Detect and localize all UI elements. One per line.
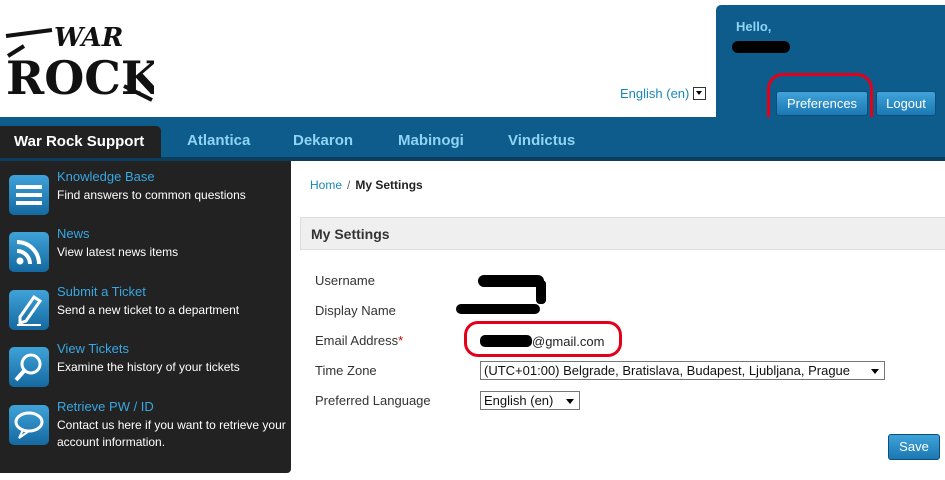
redacted-display-name-value xyxy=(456,304,540,314)
logo-text-bottom: ROCK xyxy=(6,51,154,102)
speech-bubble-icon xyxy=(9,405,49,445)
annotation-circle-email xyxy=(464,321,622,357)
preferred-language-label: Preferred Language xyxy=(315,393,431,408)
required-mark: * xyxy=(398,333,404,348)
sidebar-item-desc: Examine the history of your tickets xyxy=(57,360,240,374)
preferred-language-value: English (en) xyxy=(484,393,554,408)
sidebar-item-desc: Contact us here if you want to retrieve … xyxy=(57,418,286,449)
display-name-label: Display Name xyxy=(315,303,396,318)
logout-button[interactable]: Logout xyxy=(876,91,936,116)
chevron-down-icon xyxy=(566,399,574,404)
language-selector[interactable]: English (en) xyxy=(620,86,707,101)
email-label: Email Address* xyxy=(315,333,403,348)
sidebar-item-title[interactable]: Submit a Ticket xyxy=(57,284,146,299)
language-label: English (en) xyxy=(620,86,690,101)
breadcrumb-current: My Settings xyxy=(355,178,423,192)
timezone-label: Time Zone xyxy=(315,363,377,378)
tab-mabinogi[interactable]: Mabinogi xyxy=(398,117,464,157)
chevron-down-icon xyxy=(871,369,879,374)
save-button[interactable]: Save xyxy=(888,434,940,460)
sidebar-item-desc: View latest news items xyxy=(57,245,179,259)
sidebar-item-title[interactable]: View Tickets xyxy=(57,341,129,356)
settings-panel-header: My Settings xyxy=(300,217,945,250)
sidebar-item-title[interactable]: Knowledge Base xyxy=(57,169,155,184)
redacted-username xyxy=(732,41,790,53)
redacted-username-value xyxy=(478,275,544,287)
email-label-text: Email Address xyxy=(315,333,399,348)
settings-heading: My Settings xyxy=(311,226,390,242)
tab-atlantica[interactable]: Atlantica xyxy=(187,117,250,157)
breadcrumb: Home / My Settings xyxy=(310,178,423,192)
sidebar-item-desc: Send a new ticket to a department xyxy=(57,303,240,317)
timezone-value: (UTC+01:00) Belgrade, Bratislava, Budape… xyxy=(484,363,851,378)
list-icon xyxy=(9,175,49,215)
breadcrumb-home[interactable]: Home xyxy=(310,178,342,192)
sidebar: Knowledge Base Find answers to common qu… xyxy=(0,161,291,473)
preferred-language-select[interactable]: English (en) xyxy=(480,391,580,410)
war-rock-logo: WAR ROCK xyxy=(5,23,154,102)
tab-war-rock-support[interactable]: War Rock Support xyxy=(0,126,161,158)
username-label: Username xyxy=(315,273,375,288)
timezone-select[interactable]: (UTC+01:00) Belgrade, Bratislava, Budape… xyxy=(480,361,885,380)
chevron-down-icon[interactable] xyxy=(693,87,707,100)
hello-text: Hello, xyxy=(736,19,772,34)
logo-text-top: WAR xyxy=(54,23,123,53)
redacted-scribble xyxy=(536,280,546,304)
breadcrumb-separator: / xyxy=(347,178,351,192)
sidebar-item-title[interactable]: Retrieve PW / ID xyxy=(57,399,154,414)
rss-icon xyxy=(9,232,49,272)
sidebar-item-title[interactable]: News xyxy=(57,226,90,241)
tab-dekaron[interactable]: Dekaron xyxy=(293,117,353,157)
magnifier-icon xyxy=(9,347,49,387)
pencil-icon xyxy=(9,290,49,330)
tab-vindictus[interactable]: Vindictus xyxy=(508,117,575,157)
sidebar-item-desc: Find answers to common questions xyxy=(57,188,246,202)
